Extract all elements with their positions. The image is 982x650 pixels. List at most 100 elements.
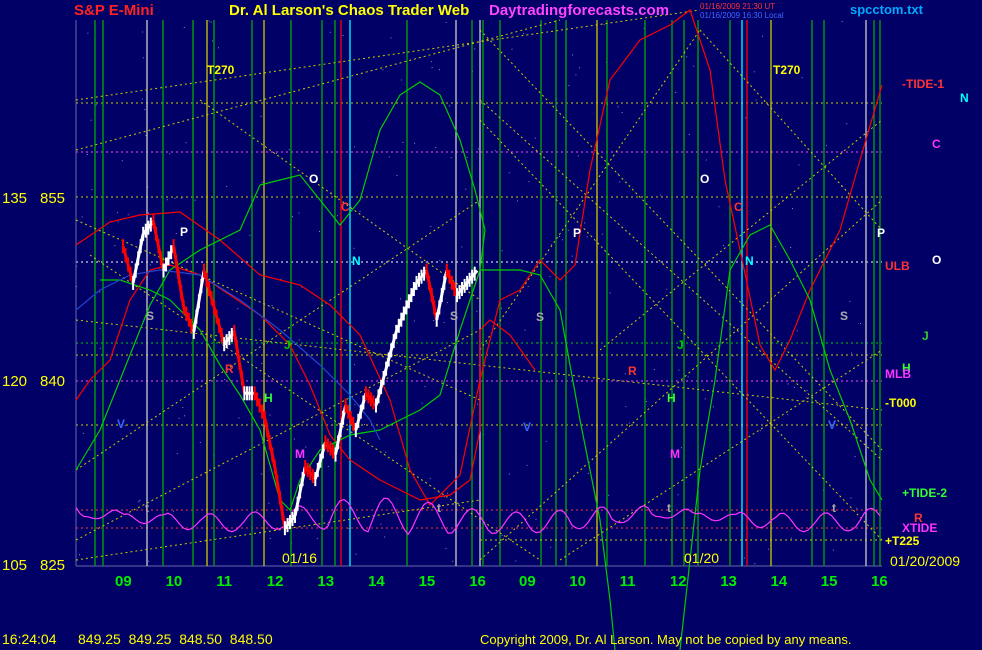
background-dot [601, 233, 603, 235]
in-chart-label: C [341, 200, 350, 214]
background-dot [617, 106, 619, 108]
in-chart-label: t [832, 501, 836, 515]
background-dot [258, 328, 260, 330]
background-dot [183, 27, 185, 28]
background-dot [743, 557, 745, 559]
instrument-title: S&P E-Mini [74, 2, 154, 19]
x-tick-day1: 15 [419, 573, 436, 590]
background-dot [327, 523, 329, 525]
background-dot [856, 507, 858, 509]
background-dot [625, 406, 627, 408]
background-dot [826, 144, 827, 146]
background-dot [461, 246, 463, 248]
background-dot [148, 560, 150, 562]
background-dot [380, 523, 382, 525]
x-tick-day2: 09 [519, 573, 536, 590]
background-dot [686, 56, 688, 58]
background-dot [584, 222, 586, 224]
background-dot [87, 32, 89, 34]
background-dot [841, 21, 843, 22]
background-dot [681, 447, 682, 449]
background-dot [477, 403, 479, 405]
background-dot [660, 194, 662, 196]
x-tick-day1: 10 [166, 573, 183, 590]
x-tick-day2: 12 [670, 573, 687, 590]
background-dot [260, 115, 262, 117]
background-dot [787, 414, 789, 416]
background-dot [400, 298, 401, 300]
x-tick-day1: 12 [267, 573, 284, 590]
background-dot [550, 546, 552, 548]
background-dot [693, 65, 695, 67]
background-dot [180, 197, 182, 199]
background-dot [430, 226, 432, 227]
background-dot [511, 48, 513, 50]
background-dot [753, 71, 755, 73]
background-dot [385, 451, 387, 453]
background-dot [199, 442, 201, 443]
in-chart-label: O [309, 172, 318, 186]
background-dot [99, 327, 101, 329]
x-tick-day1: 13 [317, 573, 334, 590]
in-chart-label: V [523, 420, 531, 434]
background-dot [798, 164, 800, 166]
background-dot [687, 376, 689, 378]
background-dot [329, 31, 331, 33]
background-dot [759, 430, 761, 432]
right-label: +T225 [885, 534, 920, 548]
site-name: Daytradingforecasts.com [489, 2, 669, 19]
background-dot [545, 440, 547, 442]
in-chart-label: N [745, 254, 754, 268]
in-chart-label: C [734, 200, 743, 214]
background-dot [90, 119, 92, 121]
background-dot [169, 153, 171, 155]
background-dot [364, 424, 365, 425]
y-tick-right-2: 840 [40, 373, 65, 390]
background-dot [449, 105, 450, 107]
background-dot [587, 472, 589, 474]
background-dot [762, 35, 763, 37]
background-dot [261, 362, 263, 364]
background-dot [354, 404, 356, 406]
background-dot [127, 214, 129, 216]
background-dot [439, 423, 441, 425]
right-label: J [922, 329, 929, 343]
background-dot [89, 449, 91, 451]
background-dot [445, 548, 447, 549]
background-dot [850, 497, 852, 499]
in-chart-label: S [536, 310, 544, 324]
chart-window: 09 10 11 12 13 14 15 16 09 10 11 12 13 14 15 16 -TIDE-1 N… [0, 0, 982, 650]
background-dot [237, 308, 239, 310]
background-dot [801, 77, 803, 79]
background-dot [271, 305, 273, 306]
background-dot [140, 525, 142, 527]
background-dot [619, 181, 621, 183]
background-dot [275, 153, 277, 155]
background-dot [445, 22, 447, 23]
in-chart-label: M [295, 447, 305, 461]
background-dot [806, 390, 808, 392]
background-dot [572, 54, 574, 56]
timestamp-local: 01/16/2009 16:30 Local [700, 11, 784, 20]
background-dot [450, 157, 452, 159]
background-dot [603, 24, 605, 26]
in-chart-label: M [670, 447, 680, 461]
background-dot [617, 173, 619, 175]
y-tick-left-3: 105 [2, 557, 27, 574]
background-dot [336, 215, 338, 217]
background-dot [722, 245, 724, 246]
background-dot [353, 247, 355, 249]
background-dot [860, 323, 861, 324]
in-chart-label: O [700, 172, 709, 186]
background-dot [494, 150, 496, 152]
background-dot [99, 347, 101, 349]
right-label: N [960, 91, 969, 105]
right-label: +TIDE-2 [902, 486, 947, 500]
in-chart-label: T270 [773, 63, 801, 77]
background-dot [414, 142, 416, 144]
background-dot [210, 21, 212, 23]
background-dot [849, 300, 851, 302]
background-dot [208, 20, 210, 22]
background-dot [261, 181, 263, 183]
in-chart-label: V [828, 418, 836, 432]
